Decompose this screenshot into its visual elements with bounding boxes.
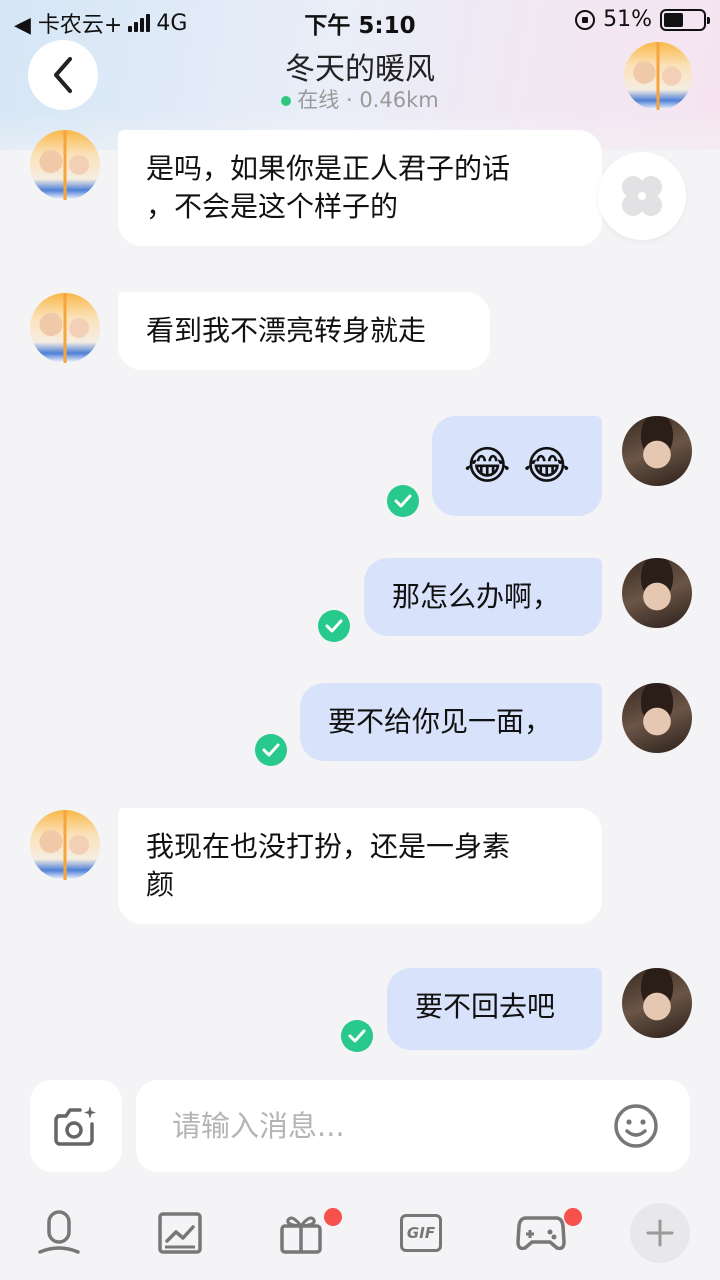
message-input[interactable] <box>172 1100 592 1152</box>
message-bubble-outgoing[interactable]: 要不回去吧 <box>387 968 602 1050</box>
message-bubble-outgoing[interactable]: 那怎么办啊， <box>364 558 602 636</box>
gift-button[interactable] <box>272 1204 330 1262</box>
message-line: 要不回去吧 <box>415 990 556 1023</box>
online-status-text: 在线 · 0.46km <box>297 88 439 112</box>
message-bubble-outgoing[interactable]: 😂 😂 <box>432 416 602 516</box>
message-line: 颜 <box>146 868 175 901</box>
message-bubble-incoming[interactable]: 我现在也没打扮，还是一身素 颜 <box>118 808 602 924</box>
avatar[interactable] <box>622 683 692 753</box>
gamepad-icon <box>516 1216 566 1251</box>
read-check-icon <box>255 734 287 766</box>
read-check-icon <box>318 610 350 642</box>
message-bubble-incoming[interactable]: 是吗，如果你是正人君子的话 ，不会是这个样子的 <box>118 130 602 246</box>
clover-button[interactable] <box>598 152 686 240</box>
message-line: 我现在也没打扮，还是一身素 <box>146 830 511 863</box>
online-indicator <box>281 96 292 106</box>
game-button[interactable] <box>512 1204 570 1262</box>
gift-notification-badge <box>324 1208 342 1226</box>
plus-icon <box>646 1219 674 1247</box>
message-line: 看到我不漂亮转身就走 <box>146 314 427 347</box>
avatar[interactable] <box>622 558 692 628</box>
game-notification-badge <box>564 1208 582 1226</box>
gif-label: GIF <box>406 1224 436 1242</box>
read-check-icon <box>341 1020 373 1052</box>
avatar[interactable] <box>622 968 692 1038</box>
message-line: ，不会是这个样子的 <box>146 190 399 223</box>
read-check-icon <box>387 485 419 517</box>
message-line: 是吗，如果你是正人君子的话 <box>146 152 511 185</box>
avatar[interactable] <box>30 810 100 880</box>
more-button[interactable] <box>630 1203 690 1263</box>
avatar[interactable] <box>30 130 100 200</box>
message-bubble-incoming[interactable]: 看到我不漂亮转身就走 <box>118 292 490 370</box>
message-line: 那怎么办啊， <box>392 580 561 613</box>
gift-icon <box>280 1216 322 1254</box>
rotation-lock-icon <box>575 9 596 30</box>
clover-icon <box>622 176 662 216</box>
emoji-line: 😂 😂 <box>463 443 571 489</box>
emoji-button[interactable] <box>612 1102 660 1150</box>
message-input-container[interactable] <box>136 1080 690 1172</box>
contact-avatar[interactable] <box>624 42 692 110</box>
camera-button[interactable] <box>30 1080 122 1172</box>
message-bubble-outgoing[interactable]: 要不给你见一面， <box>300 683 602 761</box>
photo-icon <box>158 1212 202 1254</box>
status-bar: ◀ 卡农云+ 4G 下午 5:10 51% <box>0 0 720 40</box>
avatar[interactable] <box>30 293 100 363</box>
voice-icon <box>38 1210 80 1254</box>
gif-button[interactable]: GIF <box>392 1204 450 1262</box>
chat-title: 冬天的暖风 <box>285 52 435 87</box>
avatar[interactable] <box>622 416 692 486</box>
photo-button[interactable] <box>151 1204 209 1262</box>
voice-button[interactable] <box>30 1204 88 1262</box>
status-right: 51% <box>575 7 710 32</box>
battery-percent: 51% <box>603 7 652 32</box>
camera-icon <box>54 1106 96 1146</box>
battery-icon <box>660 8 710 31</box>
smiley-icon <box>614 1104 658 1148</box>
gif-icon: GIF <box>400 1214 442 1252</box>
chat-status: 在线 · 0.46km <box>0 84 720 114</box>
message-line: 要不给你见一面， <box>328 705 553 738</box>
